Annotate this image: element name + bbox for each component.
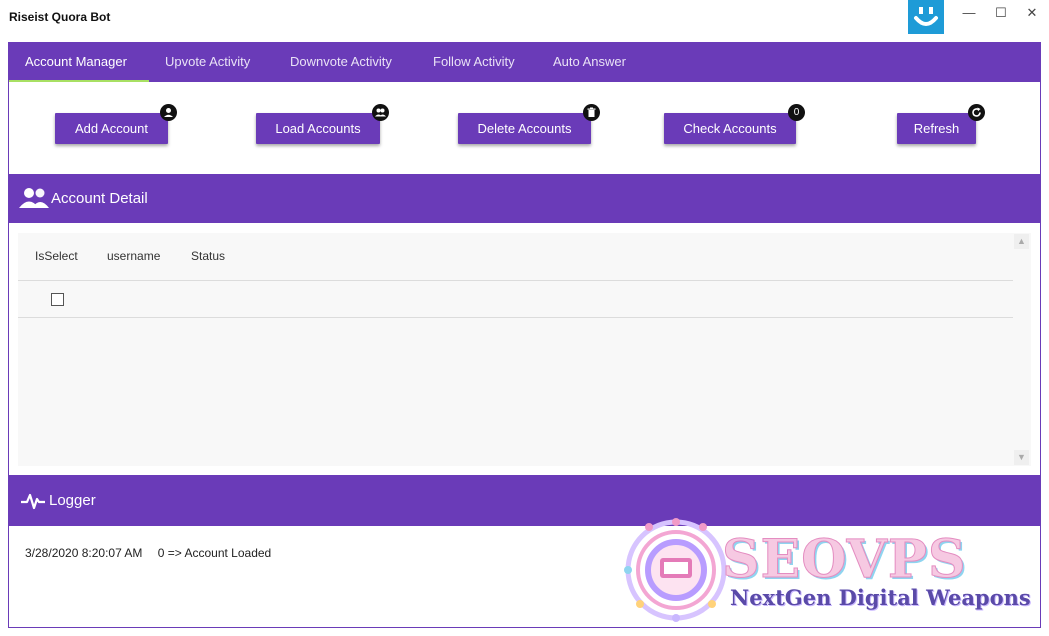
pulse-icon	[20, 491, 46, 515]
refresh-icon	[968, 104, 985, 121]
section-title: Logger	[49, 492, 96, 509]
log-message: 0 => Account Loaded	[157, 546, 272, 560]
tab-follow-activity[interactable]: Follow Activity	[417, 43, 531, 82]
button-label: Check Accounts	[683, 121, 777, 136]
tab-label: Upvote Activity	[165, 54, 251, 69]
close-icon: ✕	[1026, 5, 1038, 20]
title-bar: Riseist Quora Bot — ☐ ✕	[0, 0, 1049, 42]
column-header-status[interactable]: Status	[191, 249, 225, 263]
person-icon	[160, 104, 177, 121]
minimize-button[interactable]: —	[954, 3, 984, 23]
window-title: Riseist Quora Bot	[9, 10, 111, 24]
close-button[interactable]: ✕	[1017, 3, 1047, 23]
tab-bar: Account Manager Upvote Activity Downvote…	[9, 43, 1040, 82]
button-label: Load Accounts	[275, 121, 361, 136]
grid-header: IsSelect username Status	[18, 233, 1013, 281]
column-header-username[interactable]: username	[107, 249, 160, 263]
trash-icon	[583, 104, 600, 121]
log-timestamp: 3/28/2020 8:20:07 AM	[25, 546, 143, 560]
tab-upvote-activity[interactable]: Upvote Activity	[149, 43, 266, 82]
add-account-button[interactable]: Add Account	[55, 113, 168, 144]
check-accounts-button[interactable]: Check Accounts	[664, 113, 796, 144]
minimize-icon: —	[962, 5, 976, 20]
tab-label: Follow Activity	[433, 54, 515, 69]
load-accounts-button[interactable]: Load Accounts	[256, 113, 380, 144]
watermark-title: SEOVPS	[722, 529, 967, 590]
smiley-icon	[908, 0, 944, 34]
tab-downvote-activity[interactable]: Downvote Activity	[274, 43, 408, 82]
watermark-emblem	[620, 512, 732, 624]
tab-account-manager[interactable]: Account Manager	[9, 43, 143, 82]
account-detail-header: Account Detail	[9, 174, 1040, 223]
people-icon	[19, 187, 49, 213]
refresh-button[interactable]: Refresh	[897, 113, 976, 144]
table-row[interactable]	[18, 281, 1013, 318]
tab-label: Auto Answer	[553, 54, 626, 69]
row-select-checkbox[interactable]	[51, 293, 64, 306]
delete-accounts-button[interactable]: Delete Accounts	[458, 113, 591, 144]
tab-label: Downvote Activity	[290, 54, 392, 69]
button-label: Add Account	[75, 121, 148, 136]
maximize-icon: ☐	[995, 5, 1007, 20]
section-title: Account Detail	[51, 190, 148, 207]
tab-auto-answer[interactable]: Auto Answer	[537, 43, 642, 82]
scroll-up-arrow-icon[interactable]: ▲	[1014, 234, 1029, 249]
button-label: Refresh	[913, 121, 960, 136]
button-label: Delete Accounts	[477, 121, 572, 136]
maximize-button[interactable]: ☐	[986, 3, 1016, 23]
people-icon	[372, 104, 389, 121]
tab-label: Account Manager	[25, 54, 127, 69]
count-badge: 0	[788, 104, 805, 121]
log-entry: 3/28/2020 8:20:07 AM 0 => Account Loaded	[25, 546, 271, 560]
column-header-isselect[interactable]: IsSelect	[35, 249, 78, 263]
logger-header: Logger	[9, 475, 1040, 526]
watermark-subtitle: NextGen Digital Weapons	[730, 585, 1031, 610]
accounts-grid: IsSelect username Status ▲ ▼	[18, 233, 1031, 466]
active-tab-indicator	[9, 80, 149, 82]
scroll-down-arrow-icon[interactable]: ▼	[1014, 450, 1029, 465]
